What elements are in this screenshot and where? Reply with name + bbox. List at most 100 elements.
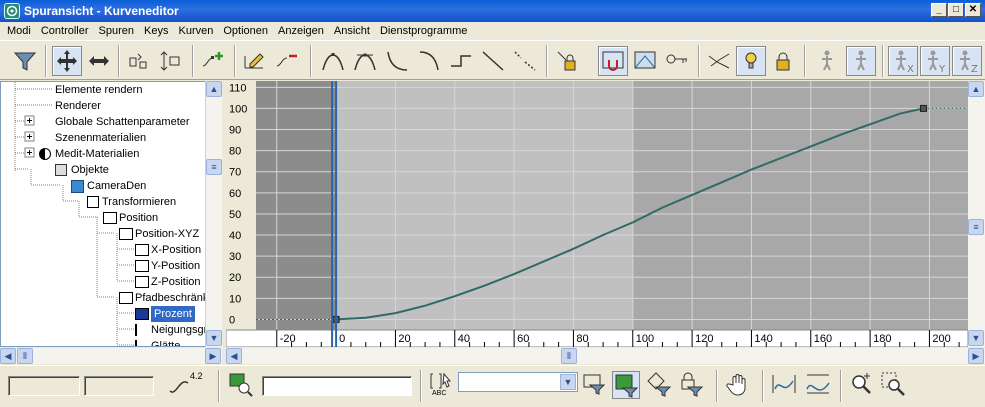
menu-ansicht[interactable]: Ansicht — [329, 25, 375, 37]
tree-item-renderer[interactable]: Renderer — [55, 98, 101, 114]
tree-row-neigungsgrad[interactable]: Neigungsgr — [135, 322, 207, 338]
tree-row-medit[interactable]: Medit-Materialien — [39, 146, 139, 162]
tree-row-x-position[interactable]: X-Position — [135, 242, 201, 258]
tree-item-elemente-rendern[interactable]: Elemente rendern — [55, 82, 142, 98]
graph-scroll-up-button[interactable]: ▲ — [968, 81, 984, 97]
tree-row-z-position[interactable]: Z-Position — [135, 274, 201, 290]
menu-modi[interactable]: Modi — [2, 25, 36, 37]
zoom-value-extents-button[interactable] — [804, 371, 834, 399]
tree-row-prozent[interactable]: Prozent — [135, 306, 195, 322]
slide-keys-button[interactable] — [124, 46, 154, 76]
menu-keys[interactable]: Keys — [139, 25, 173, 37]
tangent-auto-button[interactable] — [318, 46, 348, 76]
menu-anzeigen[interactable]: Anzeigen — [273, 25, 329, 37]
add-keys-button[interactable] — [198, 46, 228, 76]
curve-track-icon — [135, 276, 149, 288]
pan-button[interactable] — [726, 371, 754, 399]
minimize-button[interactable]: _ — [931, 3, 947, 17]
curve-editor-graph[interactable]: 0 10 20 30 40 50 60 70 80 90 100 110 -20 0 20 40 60 80 100… — [226, 81, 968, 347]
tangent-step-button[interactable] — [446, 46, 476, 76]
zoom-horizontal-extents-button[interactable] — [770, 371, 800, 399]
tree-item-cameraden: CameraDen — [87, 180, 147, 192]
scroll-down-button[interactable]: ▼ — [206, 330, 222, 346]
tree-row-position-xyz[interactable]: Position-XYZ — [119, 226, 199, 242]
biped-y-button[interactable]: Y — [920, 46, 950, 76]
y-tick-label: 60 — [229, 188, 241, 200]
key-lock-button[interactable] — [662, 46, 692, 76]
maximize-button[interactable]: □ — [948, 3, 964, 17]
tree-row-pfadbeschraenkung[interactable]: Pfadbeschränk — [119, 290, 208, 306]
close-button[interactable]: ✕ — [965, 3, 981, 17]
y-tick-label: 90 — [229, 125, 241, 137]
graph-scroll-right-button[interactable]: ▶ — [968, 348, 984, 364]
move-keys-button[interactable] — [52, 46, 82, 76]
curve-track-icon — [135, 324, 145, 336]
tree-scroll-left-button[interactable]: ◀ — [0, 348, 16, 364]
horizontal-extents-icon — [772, 375, 796, 393]
key-value-field[interactable] — [84, 376, 154, 396]
tree-item-globale-schattenparameter[interactable]: Globale Schattenparameter — [55, 114, 190, 130]
tree-row-glaette[interactable]: Glätte — [135, 338, 180, 346]
tangent-custom-button[interactable] — [350, 46, 380, 76]
tree-vertical-scrollbar[interactable]: ▲ ≡ ▼ — [205, 81, 222, 347]
graph-vertical-scrollbar[interactable]: ▲ ≡ ▼ — [968, 81, 985, 347]
filter-selected-button[interactable]: ABC — [430, 372, 454, 402]
show-tangents-button[interactable] — [704, 46, 734, 76]
biped-z-button[interactable]: Z — [952, 46, 982, 76]
biped-move-icon — [822, 50, 832, 71]
menu-controller[interactable]: Controller — [36, 25, 94, 37]
graph-hscroll-thumb[interactable]: ⦀ — [561, 348, 577, 364]
scale-keys-button[interactable] — [156, 46, 186, 76]
zoom-selected-object-button[interactable] — [228, 371, 254, 397]
filter-animated-button[interactable] — [612, 371, 640, 399]
show-handles-button[interactable] — [736, 46, 766, 76]
biped-x-button[interactable]: X — [888, 46, 918, 76]
tree-item-szenenmaterialien[interactable]: Szenenmaterialien — [55, 130, 146, 146]
tree-row-y-position[interactable]: Y-Position — [135, 258, 200, 274]
tree-horizontal-scrollbar[interactable]: ◀ ⦀ ▶ — [0, 348, 222, 364]
tree-row-cameraden[interactable]: CameraDen — [71, 178, 146, 194]
zoom-region-button[interactable] — [880, 371, 908, 399]
tree-hscroll-thumb[interactable]: ⦀ — [17, 348, 33, 364]
tree-row-position[interactable]: Position — [103, 210, 158, 226]
graph-scroll-left-button[interactable]: ◀ — [226, 348, 242, 364]
reduce-keys-button[interactable] — [272, 46, 302, 76]
tree-row-objekte[interactable]: Objekte — [55, 162, 109, 178]
range-out-of-range-button[interactable] — [598, 46, 628, 76]
scroll-up-button[interactable]: ▲ — [206, 81, 222, 97]
tangent-linear-button[interactable] — [478, 46, 508, 76]
tangent-fast-button[interactable] — [382, 46, 412, 76]
selection-set-dropdown[interactable]: ▼ — [458, 372, 578, 392]
controller-tree[interactable]: Elemente rendern Renderer Globale Schatt… — [0, 81, 222, 347]
scroll-thumb[interactable]: ≡ — [206, 159, 222, 175]
zoom-button[interactable] — [848, 371, 876, 399]
filter-unselected-button[interactable] — [582, 371, 606, 399]
draw-curves-button[interactable] — [240, 46, 270, 76]
window-title: Spuransicht - Kurveneditor — [24, 4, 179, 18]
menu-dienstprogramme[interactable]: Dienstprogramme — [375, 25, 472, 37]
graph-scroll-down-button[interactable]: ▼ — [968, 330, 984, 346]
graph-scroll-thumb[interactable]: ≡ — [968, 219, 984, 235]
menu-optionen[interactable]: Optionen — [218, 25, 273, 37]
track-name-field[interactable] — [262, 376, 412, 396]
filter-button[interactable] — [10, 46, 40, 76]
lock-handles-button[interactable] — [768, 46, 798, 76]
show-curves-button[interactable] — [630, 46, 660, 76]
key-frame-field[interactable] — [8, 376, 80, 396]
filter-locked-button[interactable] — [678, 371, 704, 399]
tree-row-transformieren[interactable]: Transformieren — [87, 194, 176, 210]
tree-scroll-right-button[interactable]: ▶ — [205, 348, 221, 364]
value-scale-control[interactable]: 4.2 — [168, 371, 208, 399]
filter-diamond-button[interactable] — [646, 371, 672, 399]
tangent-slow-button[interactable] — [414, 46, 444, 76]
menu-spuren[interactable]: Spuren — [94, 25, 139, 37]
menu-kurven[interactable]: Kurven — [173, 25, 218, 37]
lock-tangents-button[interactable] — [553, 46, 583, 76]
move-horizontal-button[interactable] — [84, 46, 114, 76]
curve-track-icon — [135, 244, 149, 256]
biped-rotate-button[interactable] — [846, 46, 876, 76]
window-titlebar[interactable]: Spuransicht - Kurveneditor _ □ ✕ — [0, 0, 985, 22]
graph-horizontal-scrollbar[interactable]: ◀ ⦀ ▶ — [226, 348, 985, 364]
tangent-smooth-button[interactable] — [510, 46, 540, 76]
biped-move-button[interactable] — [812, 46, 842, 76]
